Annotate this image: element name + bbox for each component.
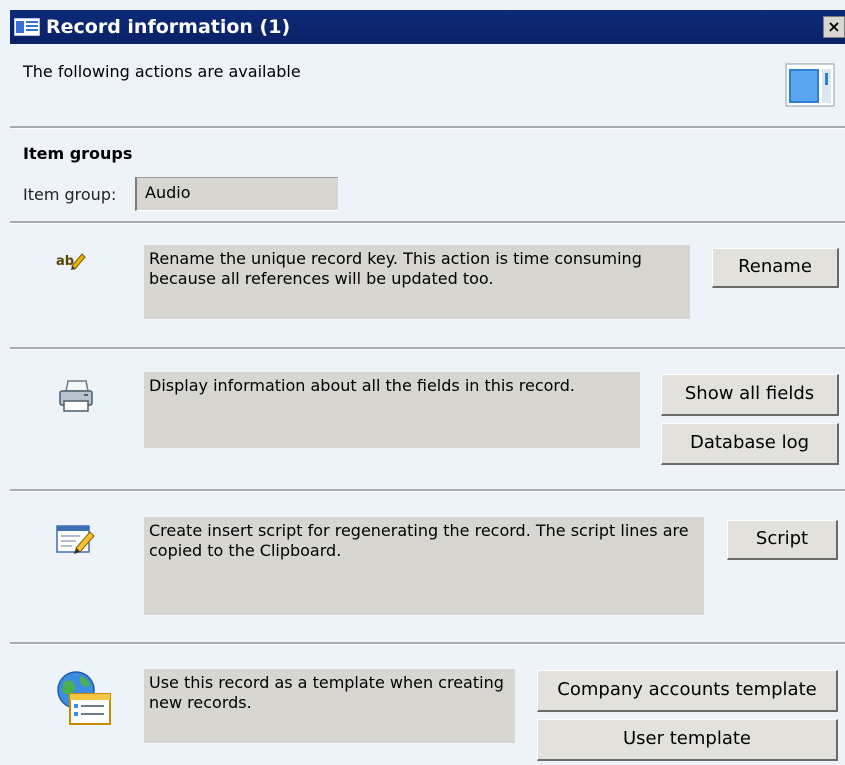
- record-information-dialog: Record information (1) × The following a…: [0, 0, 845, 765]
- script-description: Create insert script for regenerating th…: [144, 517, 704, 615]
- template-description: Use this record as a template when creat…: [144, 669, 515, 743]
- divider: [10, 347, 845, 350]
- actions-subtitle: The following actions are available: [23, 62, 301, 81]
- script-button[interactable]: Script: [727, 520, 838, 560]
- item-group-field: Audio: [135, 177, 338, 211]
- form-info-icon: [785, 63, 835, 107]
- divider: [10, 642, 845, 645]
- svg-text:ab: ab: [56, 254, 74, 269]
- company-accounts-template-button[interactable]: Company accounts template: [537, 670, 838, 712]
- user-template-button[interactable]: User template: [537, 719, 838, 761]
- show-all-fields-button[interactable]: Show all fields: [661, 374, 839, 416]
- window-app-icon: [14, 18, 40, 36]
- fields-description: Display information about all the fields…: [144, 372, 640, 448]
- template-globe-icon: [57, 671, 111, 725]
- window-title: Record information (1): [46, 16, 291, 38]
- divider: [10, 489, 845, 492]
- close-button[interactable]: ×: [823, 16, 845, 38]
- rename-icon: ab: [56, 253, 86, 270]
- title-bar[interactable]: Record information (1) ×: [10, 10, 845, 44]
- item-group-label: Item group:: [23, 185, 117, 204]
- edit-script-icon: [56, 525, 95, 554]
- database-log-button[interactable]: Database log: [661, 423, 839, 465]
- close-icon: ×: [827, 17, 841, 36]
- item-groups-heading: Item groups: [23, 144, 133, 163]
- rename-description: Rename the unique record key. This actio…: [144, 245, 690, 319]
- divider: [10, 221, 845, 224]
- printer-icon: [59, 380, 93, 412]
- rename-button[interactable]: Rename: [712, 248, 839, 288]
- divider: [10, 126, 845, 129]
